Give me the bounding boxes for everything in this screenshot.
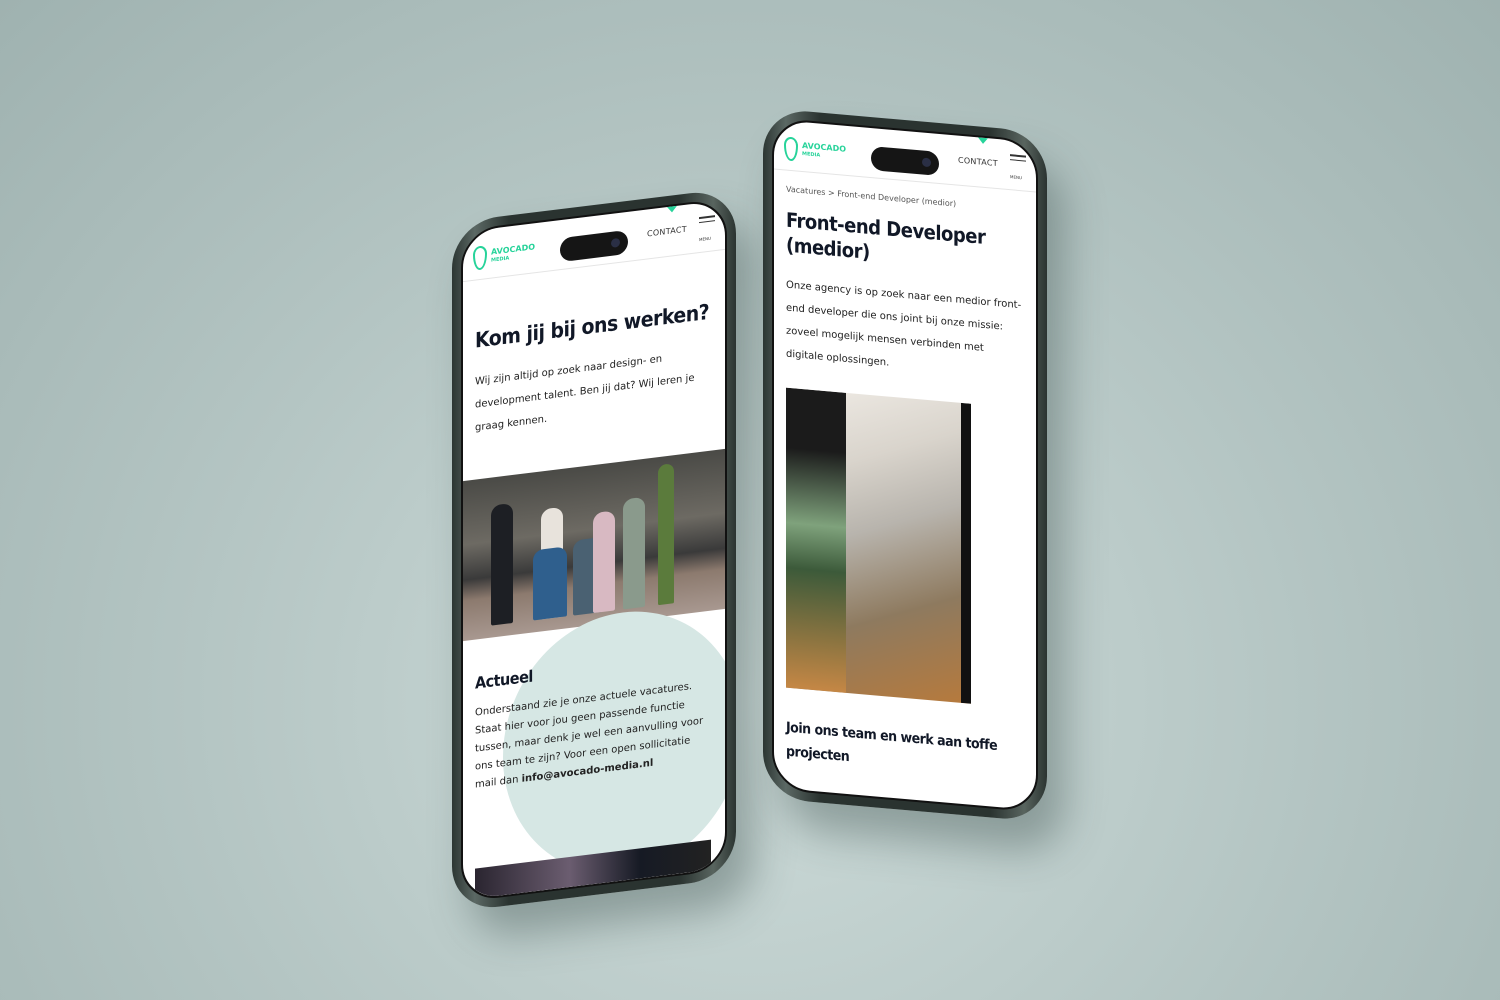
contact-link[interactable]: CONTACT	[647, 225, 687, 239]
breadcrumb-vacatures[interactable]: Vacatures	[786, 185, 825, 197]
menu-button[interactable]: MENU	[1010, 154, 1026, 183]
menu-button[interactable]: MENU	[699, 215, 715, 245]
breadcrumb-separator: >	[828, 188, 835, 198]
section-title: Join ons team en werk aan toffe projecte…	[786, 719, 998, 766]
contact-link[interactable]: CONTACT	[958, 156, 998, 169]
dynamic-island	[560, 229, 628, 263]
office-photo	[786, 387, 971, 704]
site-header: AVOCADO MEDIA CONTACT MENU	[463, 199, 725, 283]
page-title: Kom jij bij ons werken?	[475, 299, 710, 353]
triangle-icon	[978, 137, 988, 145]
breadcrumb-current: Front-end Developer (medior)	[837, 189, 957, 209]
phone-mockup-left: AVOCADO MEDIA CONTACT MENU Kom jij bij on…	[452, 187, 736, 913]
site-header: AVOCADO MEDIA CONTACT MENU	[774, 119, 1036, 193]
triangle-icon	[667, 205, 677, 214]
phone-screen: AVOCADO MEDIA CONTACT MENU Vacatures > Fr…	[772, 117, 1038, 813]
phone-screen: AVOCADO MEDIA CONTACT MENU Kom jij bij on…	[461, 197, 727, 903]
phone-mockup-right: AVOCADO MEDIA CONTACT MENU Vacatures > Fr…	[763, 107, 1047, 823]
logo[interactable]: AVOCADO MEDIA	[784, 136, 846, 165]
dynamic-island	[871, 146, 939, 176]
avocado-logo-icon	[473, 245, 487, 271]
logo[interactable]: AVOCADO MEDIA	[473, 239, 535, 271]
page-title: Front-end Developer (medior)	[786, 207, 986, 264]
menu-label: MENU	[699, 235, 711, 243]
intro-text: Onze agency is op zoek naar een medior f…	[786, 279, 1022, 369]
menu-label: MENU	[1010, 174, 1022, 181]
intro-text: Wij zijn altijd op zoek naar design- en …	[475, 353, 695, 434]
avocado-logo-icon	[784, 136, 798, 162]
team-photo	[463, 448, 725, 642]
